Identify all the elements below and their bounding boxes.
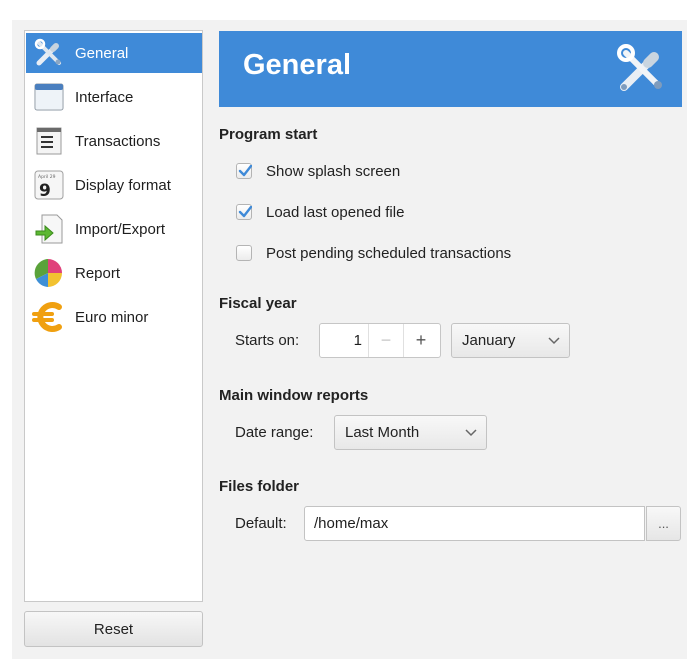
- page-header: General: [219, 31, 682, 107]
- chevron-down-icon: [456, 428, 486, 437]
- sidebar-item-label: Transactions: [75, 132, 161, 150]
- sidebar-item-label: Euro minor: [75, 308, 149, 326]
- sidebar-item-label: Report: [75, 264, 121, 282]
- euro-icon: [31, 299, 67, 335]
- load-last-file-label: Load last opened file: [266, 203, 405, 221]
- sidebar-item-interface[interactable]: Interface: [26, 77, 202, 117]
- sidebar-item-general[interactable]: General: [26, 33, 202, 73]
- svg-text:9: 9: [39, 181, 51, 201]
- default-folder-label: Default:: [235, 515, 287, 532]
- fiscal-day-value[interactable]: 1: [320, 332, 368, 349]
- post-pending-label: Post pending scheduled transactions: [266, 244, 512, 262]
- import-export-icon: [31, 211, 67, 247]
- sidebar-item-import-export[interactable]: Import/Export: [26, 209, 202, 249]
- date-range-dropdown[interactable]: Last Month: [334, 415, 487, 450]
- date-range-label: Date range:: [235, 424, 314, 441]
- load-last-file-checkbox-row[interactable]: Load last opened file: [236, 201, 404, 223]
- document-lines-icon: [31, 123, 67, 159]
- date-range-value: Last Month: [345, 424, 420, 441]
- checkbox[interactable]: [236, 204, 252, 220]
- default-folder-input[interactable]: /home/max: [304, 506, 645, 541]
- chevron-down-icon: [539, 336, 569, 345]
- browse-folder-button[interactable]: ...: [646, 506, 681, 541]
- checkbox[interactable]: [236, 245, 252, 261]
- fiscal-day-spinner[interactable]: 1 − +: [319, 323, 441, 358]
- sidebar-item-label: Interface: [75, 88, 134, 106]
- section-files-folder-title: Files folder: [219, 478, 300, 495]
- calendar-icon: April 29 9: [31, 167, 67, 203]
- sidebar-item-label: Display format: [75, 176, 171, 194]
- section-program-start-title: Program start: [219, 126, 318, 143]
- sidebar-item-label: Import/Export: [75, 220, 166, 238]
- tools-icon: [31, 35, 67, 71]
- page-title: General: [243, 49, 351, 81]
- section-main-window-reports-title: Main window reports: [219, 387, 369, 404]
- sidebar-item-euro-minor[interactable]: Euro minor: [26, 297, 202, 337]
- reset-button[interactable]: Reset: [24, 611, 203, 647]
- pie-chart-icon: [31, 255, 67, 291]
- window-icon: [31, 79, 67, 115]
- svg-text:April 29: April 29: [38, 174, 56, 180]
- decrement-button[interactable]: −: [368, 324, 403, 357]
- increment-button[interactable]: +: [403, 324, 438, 357]
- fiscal-month-value: January: [462, 332, 516, 349]
- post-pending-checkbox-row[interactable]: Post pending scheduled transactions: [236, 242, 511, 264]
- sidebar: General Interface Transactions April 29 …: [24, 30, 203, 602]
- sidebar-item-display-format[interactable]: April 29 9 Display format: [26, 165, 202, 205]
- tools-icon: [617, 44, 662, 91]
- section-fiscal-year-title: Fiscal year: [219, 295, 297, 312]
- sidebar-item-report[interactable]: Report: [26, 253, 202, 293]
- show-splash-label: Show splash screen: [266, 162, 401, 180]
- fiscal-month-dropdown[interactable]: January: [451, 323, 570, 358]
- sidebar-item-label: General: [75, 44, 129, 62]
- sidebar-item-transactions[interactable]: Transactions: [26, 121, 202, 161]
- checkbox[interactable]: [236, 163, 252, 179]
- starts-on-label: Starts on:: [235, 332, 300, 349]
- show-splash-checkbox-row[interactable]: Show splash screen: [236, 160, 400, 182]
